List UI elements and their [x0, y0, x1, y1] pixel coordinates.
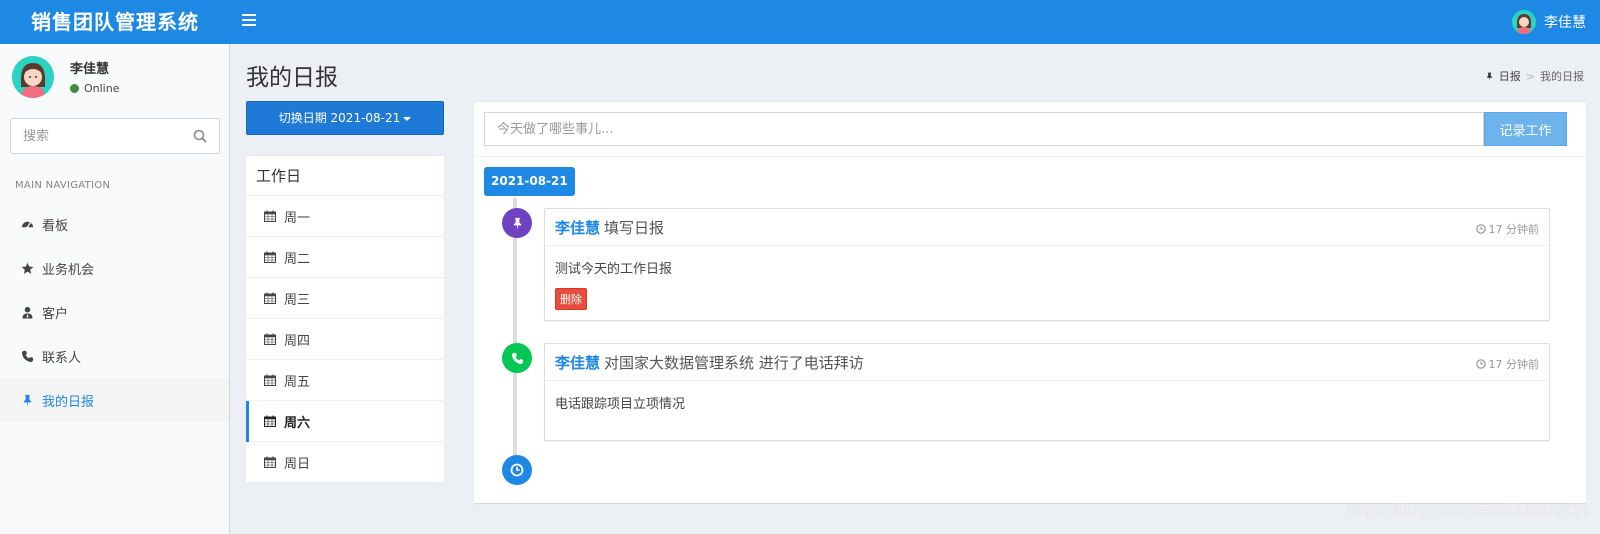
timeline-time-text: 17 分钟前: [1488, 223, 1540, 236]
workday-panel: 工作日 周一 周二 周三 周四 周五 周六 周日: [246, 155, 444, 483]
pin-icon: [21, 394, 34, 407]
timeline-item-header: 李佳慧 填写日报 17 分钟前: [545, 209, 1549, 246]
calendar-icon: [264, 456, 276, 468]
clock-icon: [1475, 359, 1486, 369]
breadcrumb-link[interactable]: 日报: [1499, 68, 1521, 84]
daily-report-panel: 记录工作 2021-08-21 李佳慧 填写日报 17 分钟前 测试今天的工作日…: [474, 101, 1586, 503]
user-panel: 李佳慧 Online: [12, 56, 222, 100]
app-logo[interactable]: 销售团队管理系统: [0, 0, 230, 44]
avatar: [1512, 10, 1536, 34]
day-label: 周一: [284, 210, 311, 226]
timeline-item-body: 测试今天的工作日报: [555, 262, 673, 277]
online-dot-icon: [70, 84, 79, 93]
pin-icon: [1486, 72, 1492, 81]
timeline-time-text: 17 分钟前: [1488, 358, 1540, 371]
pin-icon: [502, 208, 532, 238]
timeline-item-footer: 删除: [545, 282, 1549, 320]
search-input[interactable]: [11, 119, 181, 153]
sidebar-item-customers[interactable]: 客户: [0, 290, 229, 334]
sidebar-item-label: 业务机会: [42, 262, 95, 278]
breadcrumb-current: 我的日报: [1540, 70, 1584, 83]
day-label: 周四: [284, 333, 311, 349]
sidebar-item-contacts[interactable]: 联系人: [0, 334, 229, 378]
timeline-action: 填写日报: [604, 218, 665, 237]
day-label: 周日: [284, 456, 311, 472]
calendar-icon: [264, 415, 276, 427]
timeline-item-body: 电话跟踪项目立项情况: [555, 397, 686, 412]
sidebar-item-opportunities[interactable]: 业务机会: [0, 246, 229, 290]
timeline-item: 李佳慧 填写日报 17 分钟前 测试今天的工作日报 删除: [544, 208, 1550, 321]
timeline-line: [513, 198, 517, 474]
delete-button[interactable]: 删除: [555, 288, 587, 310]
day-label: 周三: [284, 292, 311, 308]
sidebar-toggle-icon[interactable]: [242, 14, 256, 28]
status-text: Online: [84, 82, 120, 95]
record-work-button[interactable]: 记录工作: [1484, 112, 1567, 146]
calendar-icon: [264, 374, 276, 386]
sidebar-item-dashboard[interactable]: 看板: [0, 202, 229, 246]
watermark: https://blog.csdn.net/whirlwind526: [1346, 504, 1590, 520]
sidebar-search: [10, 118, 220, 154]
day-item-thu[interactable]: 周四: [246, 319, 444, 360]
calendar-icon: [264, 333, 276, 345]
star-icon: [21, 262, 34, 275]
sidebar: 李佳慧 Online MAIN NAVIGATION 看板 业务机会: [0, 44, 230, 534]
day-item-wed[interactable]: 周三: [246, 278, 444, 319]
search-icon[interactable]: [193, 129, 207, 143]
divider: [474, 156, 1586, 157]
breadcrumb-separator: >: [1525, 69, 1535, 83]
page-title: 我的日报: [246, 65, 338, 91]
timeline-date-label: 2021-08-21: [484, 167, 575, 196]
sidebar-item-my-daily-report[interactable]: 我的日报: [0, 378, 229, 422]
avatar: [12, 56, 54, 98]
sidebar-item-label: 我的日报: [42, 394, 95, 410]
day-item-fri[interactable]: 周五: [246, 360, 444, 401]
day-item-mon[interactable]: 周一: [246, 196, 444, 237]
timeline-user-link[interactable]: 李佳慧: [555, 352, 600, 373]
day-label: 周五: [284, 374, 311, 390]
user-tie-icon: [21, 306, 34, 319]
calendar-icon: [264, 251, 276, 263]
day-item-sun[interactable]: 周日: [246, 442, 444, 483]
calendar-icon: [264, 292, 276, 304]
breadcrumb: 日报 > 我的日报: [1485, 68, 1584, 84]
day-label: 周六: [284, 415, 311, 431]
dashboard-icon: [21, 218, 34, 231]
switch-date-button[interactable]: 切换日期 2021-08-21: [246, 101, 444, 135]
sidebar-item-label: 看板: [42, 218, 69, 234]
sidebar-user-name: 李佳慧: [70, 62, 110, 77]
timeline-item-header: 李佳慧 对国家大数据管理系统 进行了电话拜访 17 分钟前: [545, 344, 1549, 381]
user-status: Online: [70, 82, 119, 95]
day-item-sat[interactable]: 周六: [246, 401, 444, 442]
header-user-name: 李佳慧: [1544, 15, 1586, 31]
clock-icon: [502, 455, 532, 485]
user-menu[interactable]: 李佳慧: [1512, 0, 1586, 44]
nav-header: MAIN NAVIGATION: [15, 180, 111, 191]
calendar-icon: [264, 210, 276, 222]
caret-down-icon: [403, 116, 412, 121]
timeline-item: 李佳慧 对国家大数据管理系统 进行了电话拜访 17 分钟前 电话跟踪项目立项情况: [544, 343, 1550, 441]
timeline-time: 17 分钟前: [1475, 221, 1540, 237]
sidebar-item-label: 客户: [42, 306, 69, 322]
top-navbar: 销售团队管理系统 李佳慧: [0, 0, 1600, 44]
workday-panel-title: 工作日: [246, 156, 444, 196]
sidebar-nav: 看板 业务机会 客户 联系人 我的日报: [0, 202, 229, 422]
phone-icon: [502, 343, 532, 373]
work-entry-input[interactable]: [484, 112, 1484, 146]
day-item-tue[interactable]: 周二: [246, 237, 444, 278]
sidebar-item-label: 联系人: [42, 350, 82, 366]
switch-date-label: 切换日期 2021-08-21: [278, 111, 401, 125]
timeline-action: 对国家大数据管理系统 进行了电话拜访: [604, 353, 864, 372]
timeline-user-link[interactable]: 李佳慧: [555, 217, 600, 238]
timeline-time: 17 分钟前: [1475, 356, 1540, 372]
phone-icon: [21, 350, 34, 363]
day-label: 周二: [284, 251, 311, 267]
clock-icon: [1475, 224, 1486, 234]
